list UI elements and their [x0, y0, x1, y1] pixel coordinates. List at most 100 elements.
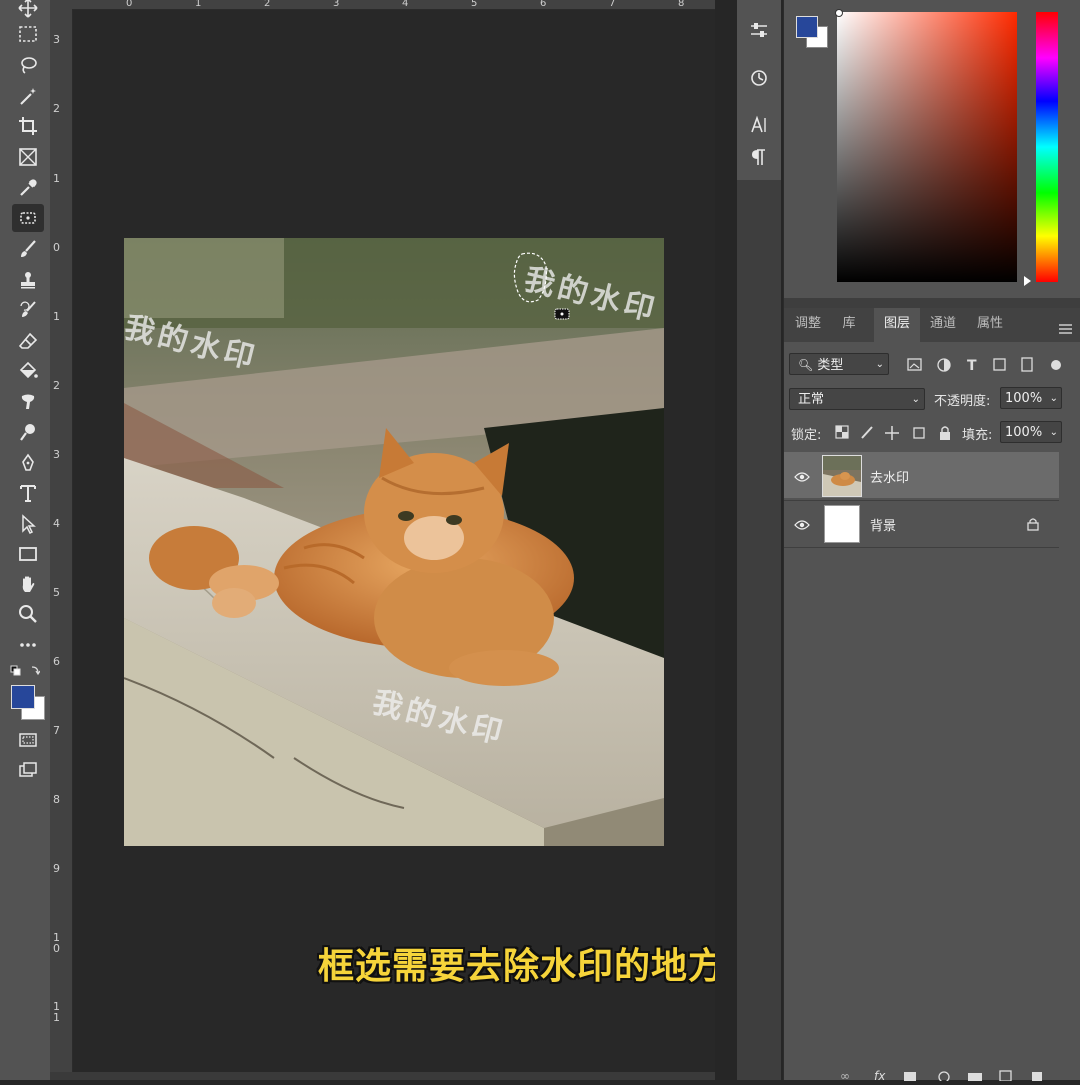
ruler-tick: 3	[53, 33, 60, 46]
character-panel-icon[interactable]	[747, 113, 771, 137]
ruler-tick: 9	[53, 862, 60, 875]
tools-panel	[0, 0, 51, 1080]
layer-row[interactable]: 背景	[784, 500, 1059, 546]
lock-options	[834, 424, 956, 442]
chevron-down-icon: ⌄	[1049, 427, 1058, 438]
ruler-tick: 1	[53, 172, 60, 185]
tab-libraries[interactable]: 库	[832, 308, 866, 342]
opacity-value: 100%	[1005, 391, 1043, 406]
zoom-tool-icon[interactable]	[12, 600, 44, 628]
screen-mode-icon[interactable]	[12, 756, 44, 784]
eyedropper-tool-icon[interactable]	[12, 174, 44, 202]
video-subtitle: 框选需要去除水印的地方	[318, 946, 726, 987]
panel-menu-icon[interactable]	[1059, 319, 1072, 334]
svg-text:T: T	[967, 358, 977, 374]
panel-tabs: 调整 库 图层 通道 属性	[784, 308, 1080, 342]
right-panels: 调整 库 图层 通道 属性 🔍︎ 类型 ⌄ T 正常 ⌄ 不透明度: 100% …	[783, 0, 1080, 1083]
marquee-tool-icon[interactable]	[12, 20, 44, 48]
status-bar	[50, 1072, 715, 1080]
hand-tool-icon[interactable]	[12, 570, 44, 598]
ruler-tick: 8	[678, 0, 685, 9]
ruler-tick: 1	[53, 310, 60, 323]
ruler-tick: 7	[53, 724, 60, 737]
layer-thumbnail	[822, 455, 862, 497]
layer-name: 去水印	[870, 471, 910, 486]
panel-gutter	[715, 0, 737, 1080]
layer-divider	[784, 547, 1059, 548]
chevron-down-icon: ⌄	[1049, 393, 1058, 404]
color-picker-field[interactable]	[837, 12, 1017, 282]
layer-filter-select[interactable]: 🔍︎ 类型 ⌄	[789, 353, 889, 375]
eraser-tool-icon[interactable]	[12, 327, 44, 355]
fill-label: 填充:	[962, 428, 993, 443]
ruler-tick: 6	[540, 0, 547, 9]
tab-layers[interactable]: 图层	[874, 308, 920, 342]
path-selection-tool-icon[interactable]	[12, 510, 44, 538]
layer-row[interactable]: 去水印	[784, 452, 1059, 498]
quick-mask-icon[interactable]	[12, 726, 44, 754]
layer-thumbnail	[824, 505, 860, 543]
foreground-color-swatch[interactable]	[11, 685, 35, 709]
rectangle-tool-icon[interactable]	[12, 540, 44, 568]
vertical-ruler: 3 2 1 0 1 2 3 4 5 6 7 8 9 10 11	[50, 0, 73, 1080]
opacity-field[interactable]: 100% ⌄	[1000, 387, 1062, 409]
eye-icon[interactable]	[794, 468, 810, 487]
ruler-tick: 4	[402, 0, 409, 9]
patch-selection-outline	[513, 252, 547, 303]
ruler-tick: 2	[53, 379, 60, 392]
history-brush-tool-icon[interactable]	[12, 296, 44, 324]
more-tools-icon[interactable]	[12, 631, 44, 659]
tab-channels[interactable]: 通道	[920, 308, 966, 342]
color-picker-handle[interactable]	[835, 9, 843, 17]
hue-slider[interactable]	[1036, 12, 1058, 282]
lock-icon[interactable]	[1027, 516, 1039, 535]
crop-tool-icon[interactable]	[12, 112, 44, 140]
patch-cursor-icon	[554, 306, 570, 320]
opacity-label: 不透明度:	[934, 394, 991, 409]
blend-mode-select[interactable]: 正常 ⌄	[789, 388, 925, 410]
fill-field[interactable]: 100% ⌄	[1000, 421, 1062, 443]
cat-photo[interactable]: 我的水印 我的水印 我的水印	[124, 238, 664, 846]
ruler-tick: 6	[53, 655, 60, 668]
dodge-tool-icon[interactable]	[12, 418, 44, 446]
ruler-tick: 7	[609, 0, 616, 9]
panel-dock-empty	[737, 180, 781, 1080]
tab-properties[interactable]: 属性	[966, 308, 1014, 342]
svg-text:fx: fx	[874, 1069, 886, 1081]
ruler-tick: 0	[126, 0, 133, 9]
adjustments-panel-icon[interactable]	[747, 18, 771, 42]
hue-slider-handle[interactable]	[1024, 276, 1031, 286]
pen-tool-icon[interactable]	[12, 449, 44, 477]
panel-foreground-swatch[interactable]	[796, 16, 818, 38]
default-colors-icon[interactable]	[10, 664, 41, 678]
paragraph-panel-icon[interactable]	[747, 145, 771, 169]
blend-mode-value: 正常	[798, 392, 825, 407]
ruler-tick: 11	[53, 1000, 60, 1024]
svg-text:∞: ∞	[840, 1069, 850, 1081]
lasso-tool-icon[interactable]	[12, 51, 44, 79]
layer-name: 背景	[870, 519, 897, 534]
ruler-tick: 3	[333, 0, 340, 9]
lock-label: 锁定:	[791, 428, 822, 443]
ruler-tick: 8	[53, 793, 60, 806]
move-tool-icon[interactable]	[12, 0, 44, 22]
layers-footer: ∞ fx	[784, 1066, 1080, 1083]
history-panel-icon[interactable]	[747, 66, 771, 90]
type-tool-icon[interactable]	[12, 479, 44, 507]
smudge-tool-icon[interactable]	[12, 388, 44, 416]
layer-filter-value: 类型	[817, 358, 844, 373]
ruler-tick: 0	[53, 241, 60, 254]
chevron-down-icon: ⌄	[911, 394, 920, 405]
patch-tool-icon[interactable]	[12, 204, 44, 232]
ruler-tick: 2	[53, 102, 60, 115]
eye-icon[interactable]	[794, 516, 810, 535]
clone-stamp-tool-icon[interactable]	[12, 266, 44, 294]
search-icon: 🔍︎	[798, 358, 814, 372]
tab-adjustments[interactable]: 调整	[784, 308, 832, 342]
frame-tool-icon[interactable]	[12, 143, 44, 171]
brush-tool-icon[interactable]	[12, 235, 44, 263]
magic-wand-tool-icon[interactable]	[12, 82, 44, 110]
ruler-tick: 2	[264, 0, 271, 9]
paint-bucket-tool-icon[interactable]	[12, 357, 44, 385]
layer-filter-icons: T	[906, 355, 1066, 375]
